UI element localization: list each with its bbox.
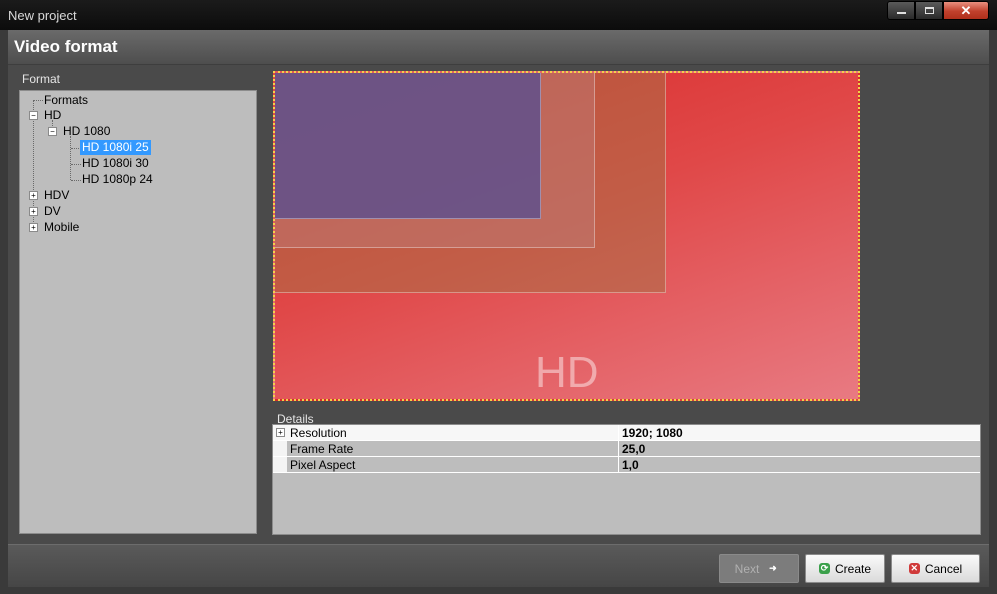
column-divider [618,441,619,456]
collapse-icon[interactable]: − [29,111,38,120]
tree-line [70,136,71,180]
dialog-client: Video format Format Formats − HD − HD 10… [8,30,989,587]
tree-item-hd-1080[interactable]: HD 1080 [63,124,110,139]
column-divider [618,425,619,440]
close-button[interactable]: ✕ [943,1,989,20]
create-button[interactable]: ⟳ Create [805,554,885,583]
format-preview-area: HD [272,69,981,404]
maximize-icon [924,7,934,14]
tree-item-hd-1080i-30[interactable]: HD 1080i 30 [82,156,149,171]
property-label: Pixel Aspect [290,458,356,472]
expand-icon[interactable]: + [276,428,285,437]
tree-item-dv[interactable]: DV [44,204,61,219]
expand-icon[interactable]: + [29,207,38,216]
tree-line [71,180,81,181]
property-label: Frame Rate [290,442,354,456]
cancel-icon: ✕ [908,563,920,574]
tree-item-formats[interactable]: Formats [44,93,88,108]
next-button[interactable]: Next ➜ [719,554,799,583]
page-title: Video format [14,37,118,56]
tree-item-mobile[interactable]: Mobile [44,220,79,235]
tree-item-hd[interactable]: HD [44,108,61,123]
tree-item-hd-1080i-25[interactable]: HD 1080i 25 [80,140,151,155]
minimize-button[interactable] [887,1,915,20]
property-value[interactable]: 25,0 [622,442,645,456]
expand-icon[interactable]: + [29,191,38,200]
collapse-icon[interactable]: − [48,127,57,136]
window-title: New project [8,8,77,23]
tree-item-hdv[interactable]: HDV [44,188,69,203]
dialog-footer: Next ➜ ⟳ Create ✕ Cancel [8,544,989,587]
details-grid[interactable]: + Resolution 1920; 1080 Frame Rate 25,0 … [272,424,981,535]
expand-icon[interactable]: + [29,223,38,232]
minimize-icon [896,12,906,14]
row-gutter [273,457,287,472]
window-controls: ✕ [887,1,989,20]
cancel-label: Cancel [924,561,963,576]
tree-line [34,100,43,101]
property-label: Resolution [290,426,347,440]
tree-item-hd-1080p-24[interactable]: HD 1080p 24 [82,172,153,187]
row-gutter [273,441,287,456]
property-row[interactable]: + Resolution 1920; 1080 [273,425,980,441]
dialog-header: Video format [8,30,989,65]
next-arrow-icon: ➜ [769,563,777,573]
format-label: Format [22,72,61,86]
property-value[interactable]: 1,0 [622,458,639,472]
dialog-content: Format Formats − HD − HD 1080 HD 1080i 2… [8,65,989,544]
format-preview: HD [273,71,860,401]
maximize-button[interactable] [915,1,943,20]
preview-format-label: HD [535,348,599,397]
close-icon: ✕ [960,2,972,18]
cancel-button[interactable]: ✕ Cancel [891,554,980,583]
tree-line [71,164,81,165]
title-bar: New project ✕ [0,0,997,30]
column-divider [618,457,619,472]
format-tree[interactable]: Formats − HD − HD 1080 HD 1080i 25 HD 10… [19,90,257,534]
property-row[interactable]: Pixel Aspect 1,0 [273,457,980,473]
property-row[interactable]: Frame Rate 25,0 [273,441,980,457]
property-value[interactable]: 1920; 1080 [622,426,683,440]
safe-area-inner [275,73,541,219]
create-label: Create [834,561,872,576]
create-icon: ⟳ [818,563,830,574]
next-label: Next [734,561,760,576]
